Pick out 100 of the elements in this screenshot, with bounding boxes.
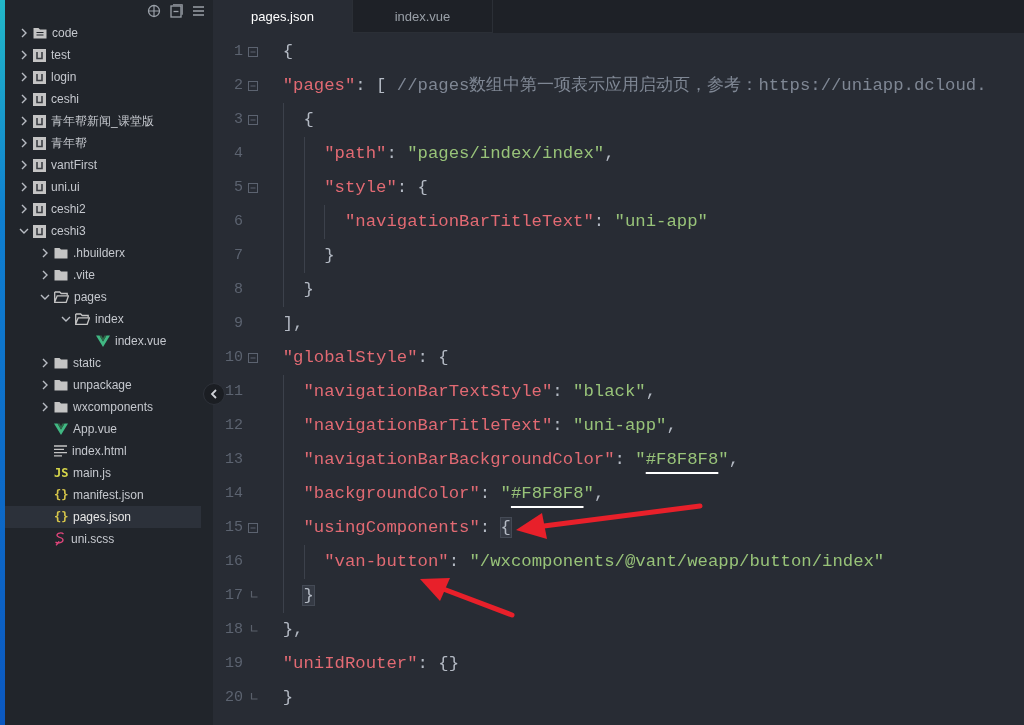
project-icon (33, 48, 46, 62)
chevron-right-icon[interactable] (19, 160, 29, 170)
code-line: "path": "pages/index/index", (324, 143, 615, 165)
line-number: 13 (225, 450, 243, 470)
line-number: 3 (234, 110, 243, 130)
chevron-right-icon[interactable] (40, 402, 50, 412)
file-tree-item[interactable]: static (5, 352, 201, 374)
code-line: "pages": [ //pages数组中第一项表示应用启动页，参考：https://uniapp.dcloud. (282, 74, 987, 97)
chevron-right-icon[interactable] (19, 138, 29, 148)
squiggle-icon (54, 532, 66, 546)
file-tree-item[interactable]: ceshi2 (5, 198, 201, 220)
file-tree-item[interactable]: pages (5, 286, 201, 308)
chevron-right-icon[interactable] (19, 204, 29, 214)
code-line: "navigationBarTitleText": "uni-app" (344, 211, 708, 233)
lines-icon (54, 445, 67, 457)
line-number: 5 (234, 178, 243, 198)
file-tree-item[interactable]: index (5, 308, 201, 330)
folder-icon (54, 401, 68, 413)
chevron-right-icon[interactable] (19, 182, 29, 192)
chevron-right-icon[interactable] (40, 270, 50, 280)
folder-icon (54, 269, 68, 281)
file-tree-item[interactable]: index.vue (5, 330, 201, 352)
code-line: "navigationBarTextStyle": "black", (303, 381, 657, 403)
line-number: 12 (225, 416, 243, 436)
file-tree-item[interactable]: {} manifest.json (5, 484, 201, 506)
line-number: 8 (234, 280, 243, 300)
code-line: } (282, 687, 294, 709)
menu-icon[interactable] (192, 5, 205, 17)
chevron-right-icon[interactable] (19, 28, 29, 38)
file-tree-item[interactable]: login (5, 66, 201, 88)
file-tree-item[interactable]: index.html (5, 440, 201, 462)
code-line: { (303, 109, 314, 131)
code-line: } (324, 245, 335, 267)
project-icon (33, 224, 46, 238)
file-tree-item[interactable]: 青年帮新闻_课堂版 (5, 110, 201, 132)
line-number: 15 (225, 518, 243, 538)
editor-tab[interactable]: pages.json (213, 0, 353, 33)
chevron-right-icon[interactable] (19, 50, 29, 60)
file-tree-item[interactable]: code (5, 22, 201, 44)
chevron-down-icon[interactable] (40, 292, 50, 302)
code-line: "uniIdRouter": {} (282, 653, 460, 675)
line-number: 18 (225, 620, 243, 640)
file-tree-item[interactable]: .hbuilderx (5, 242, 201, 264)
line-number: 6 (234, 212, 243, 232)
chevron-right-icon[interactable] (40, 380, 50, 390)
project-icon (33, 202, 46, 216)
project-icon (33, 158, 46, 172)
line-number: 10 (225, 348, 243, 368)
line-number: 20 (225, 688, 243, 708)
file-tree-item[interactable]: ceshi3 (5, 220, 201, 242)
braces-icon: {} (54, 510, 68, 524)
editor-tab[interactable]: index.vue (353, 0, 493, 33)
chevron-down-icon[interactable] (19, 226, 29, 236)
folder-icon (54, 379, 68, 391)
code-line: "van-button": "/wxcomponents/@vant/weapp/button/index" (324, 551, 885, 573)
line-number: 14 (225, 484, 243, 504)
file-tree-item[interactable]: uni.ui (5, 176, 201, 198)
file-tree-item[interactable]: uni.scss (5, 528, 201, 550)
chevron-left-icon (210, 389, 218, 399)
vue-icon (96, 335, 110, 347)
file-tree-item[interactable]: App.vue (5, 418, 201, 440)
project-icon (33, 136, 46, 150)
line-number: 17 (225, 586, 243, 606)
code-line: { (282, 41, 294, 63)
line-number: 9 (234, 314, 243, 334)
open-folder-icon (54, 291, 69, 303)
code-line: "backgroundColor": "#F8F8F8", (303, 483, 605, 505)
code-line: } (303, 279, 314, 301)
chevron-right-icon[interactable] (19, 94, 29, 104)
chevron-right-icon[interactable] (19, 116, 29, 126)
file-tree-item[interactable]: test (5, 44, 201, 66)
code-line: ], (282, 313, 304, 335)
chevron-right-icon[interactable] (40, 248, 50, 258)
file-tree-item[interactable]: JS main.js (5, 462, 201, 484)
file-tree-item[interactable]: unpackage (5, 374, 201, 396)
project-icon (33, 70, 46, 84)
line-number: 4 (234, 144, 243, 164)
collapse-sidebar-button[interactable] (203, 383, 225, 405)
file-tree-item[interactable]: 青年帮 (5, 132, 201, 154)
line-number: 19 (225, 654, 243, 674)
braces-icon: {} (54, 488, 68, 502)
vue-icon (54, 423, 68, 435)
file-tree-item[interactable]: {} pages.json (5, 506, 201, 528)
file-tree-item[interactable]: wxcomponents (5, 396, 201, 418)
file-tree-item[interactable]: ceshi (5, 88, 201, 110)
line-number: 7 (234, 246, 243, 266)
code-line: "navigationBarBackgroundColor": "#F8F8F8", (303, 449, 740, 471)
chevron-right-icon[interactable] (19, 72, 29, 82)
code-line: "usingComponents": { (303, 517, 511, 539)
chevron-down-icon[interactable] (61, 314, 71, 324)
folder-icon (54, 357, 68, 369)
chevron-right-icon[interactable] (40, 358, 50, 368)
crosshair-icon[interactable] (147, 4, 161, 18)
collapse-all-icon[interactable] (170, 4, 183, 18)
code-line: }, (282, 619, 304, 641)
js-icon: JS (54, 466, 68, 480)
project-icon (33, 114, 46, 128)
file-tree-item[interactable]: .vite (5, 264, 201, 286)
line-number: 16 (225, 552, 243, 572)
file-tree-item[interactable]: vantFirst (5, 154, 201, 176)
